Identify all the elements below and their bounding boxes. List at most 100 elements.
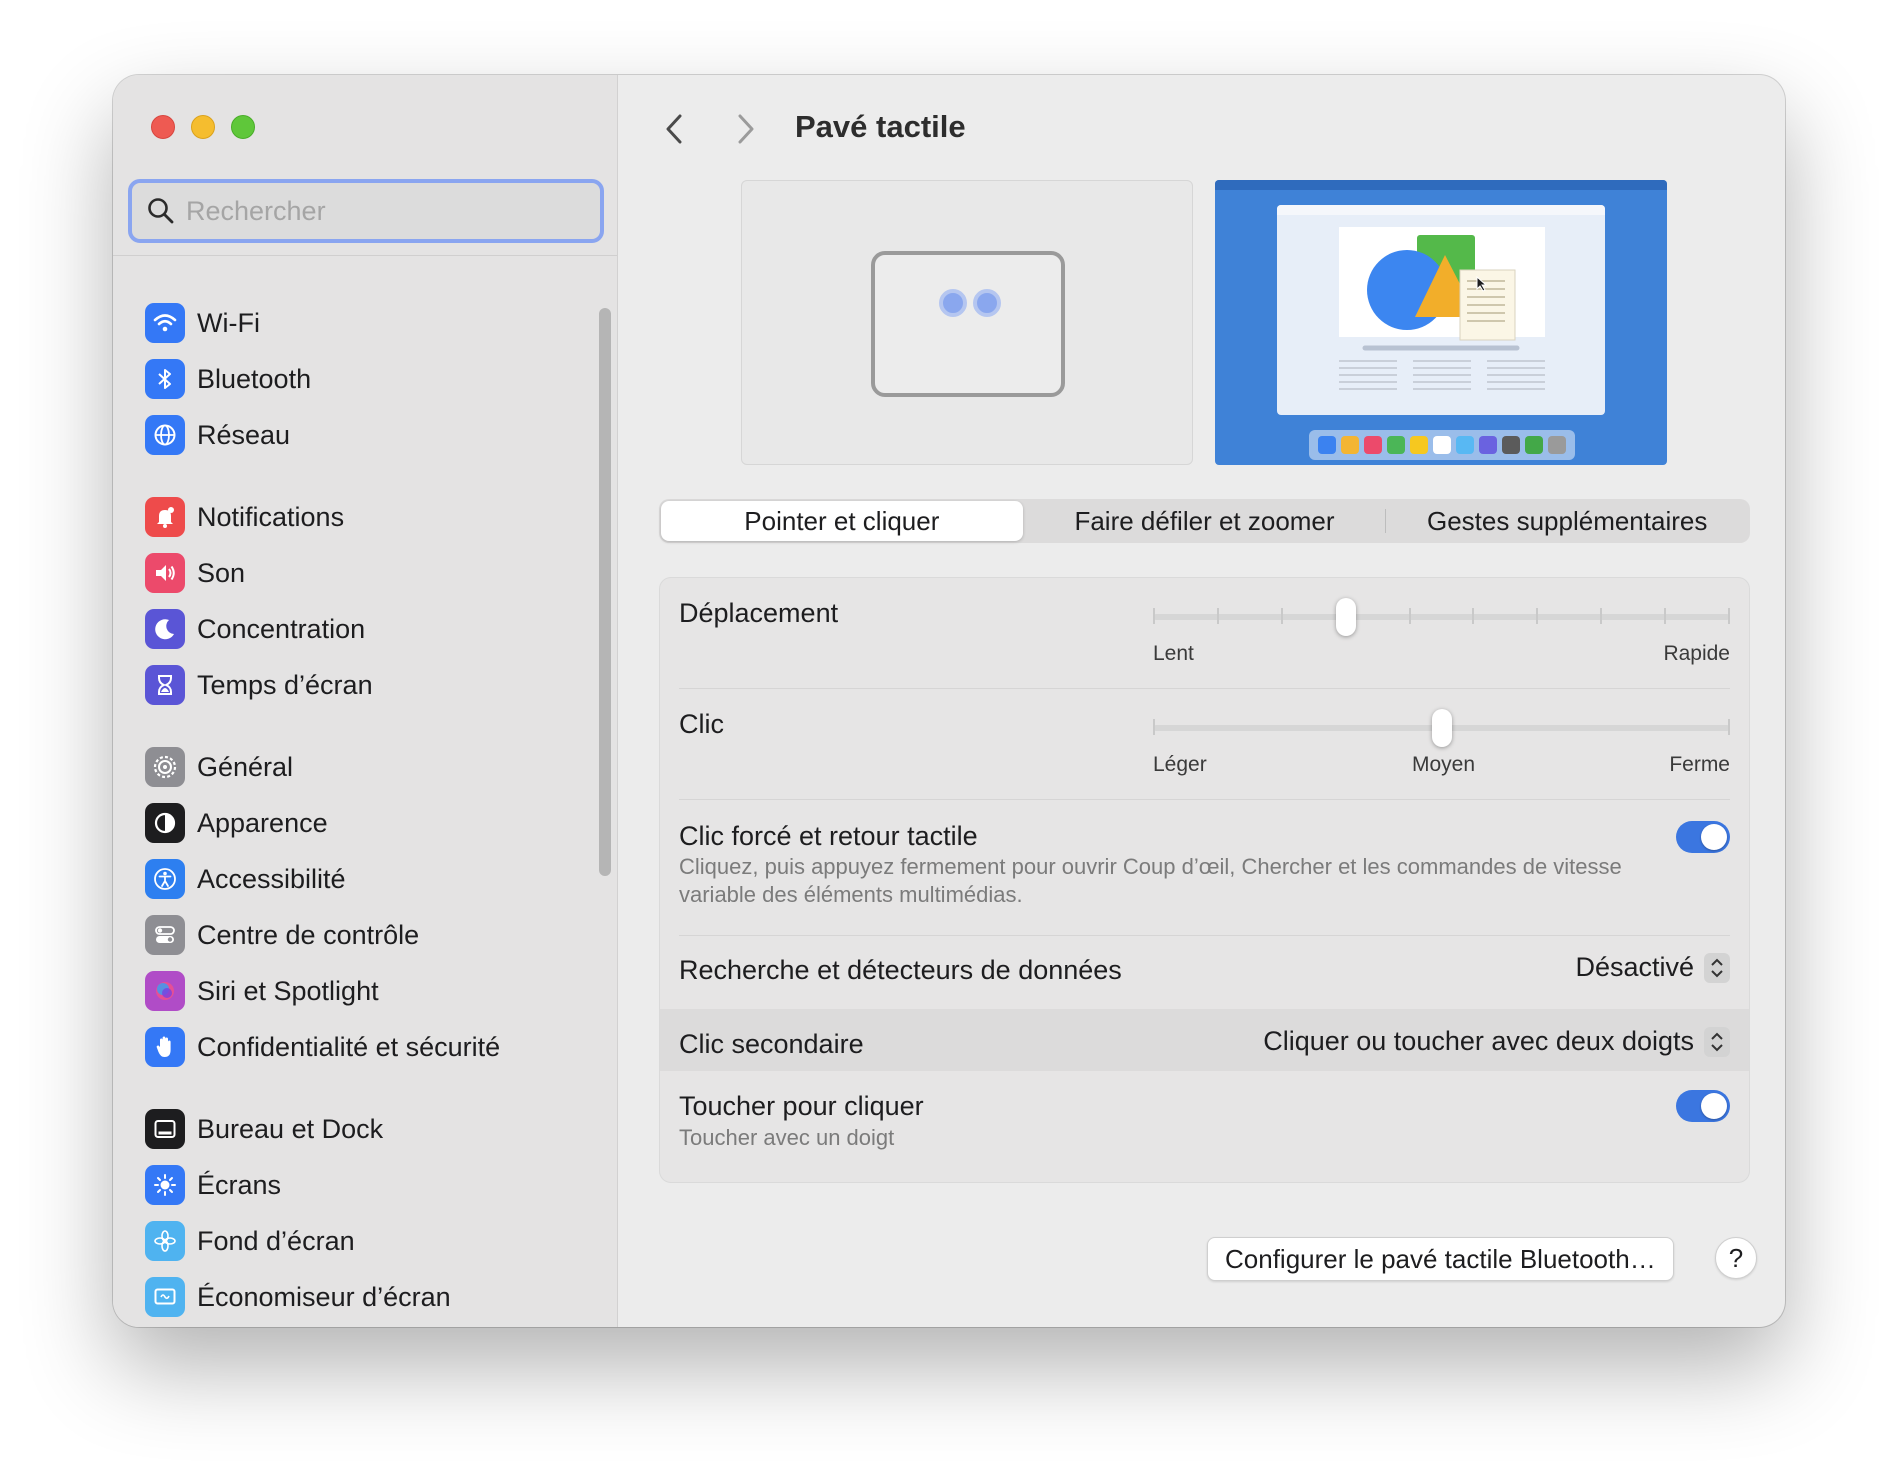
sidebar-item-bluetooth[interactable]: Bluetooth [143, 351, 573, 407]
sidebar-item-label: Bureau et Dock [197, 1113, 384, 1144]
sidebar-item-fond-d-ecran[interactable]: Fond d’écran [143, 1213, 573, 1269]
hourglass-icon [145, 665, 185, 705]
click-pressure-slider[interactable] [1153, 709, 1730, 747]
lookup-value: Désactivé [1575, 952, 1694, 982]
sidebar-item-bureau-et-dock[interactable]: Bureau et Dock [143, 1101, 573, 1157]
sidebar-item-wi-fi[interactable]: Wi-Fi [143, 295, 573, 351]
bluetooth-icon [145, 359, 185, 399]
gear-icon [145, 747, 185, 787]
row-separator [679, 935, 1730, 936]
sidebar-item-label: Bluetooth [197, 363, 312, 394]
sidebar-item-confidentialite-et-securite[interactable]: Confidentialité et sécurité [143, 1019, 573, 1075]
chevron-left-icon [666, 114, 682, 144]
sidebar-item-label: Wi-Fi [197, 307, 260, 338]
sidebar-item-label: Centre de contrôle [197, 919, 420, 950]
sidebar-scrollbar[interactable] [599, 308, 611, 876]
window-controls [151, 115, 255, 139]
secondary-click-label: Clic secondaire [679, 1029, 864, 1059]
preview-menubar [1215, 180, 1667, 190]
tap-to-click-description: Toucher avec un doigt [679, 1125, 895, 1150]
click-pressure-thumb[interactable] [1431, 709, 1452, 747]
tab-scroll-and-zoom[interactable]: Faire défiler et zoomer [1024, 501, 1386, 541]
force-click-label: Clic forcé et retour tactile [679, 821, 978, 851]
slider-min-label: Léger [1153, 753, 1207, 776]
help-button[interactable]: ? [1715, 1237, 1757, 1279]
slider-mid-label: Moyen [1412, 753, 1476, 776]
tracking-speed-slider[interactable] [1153, 598, 1730, 636]
sidebar-item-label: Notifications [197, 501, 345, 532]
trackpad-illustration [871, 251, 1065, 397]
sidebar-item-siri-et-spotlight[interactable]: Siri et Spotlight [143, 963, 573, 1019]
sidebar-item-notifications[interactable]: Notifications [143, 489, 573, 545]
zoom-button[interactable] [231, 115, 255, 139]
sidebar-item-centre-de-controle[interactable]: Centre de contrôle [143, 907, 573, 963]
control-center-icon [145, 915, 185, 955]
sidebar-item-label: Confidentialité et sécurité [197, 1031, 501, 1062]
slider-tick [1408, 608, 1411, 624]
sidebar-item-accessibilite[interactable]: Accessibilité [143, 851, 573, 907]
sidebar-item-label: Réseau [197, 419, 291, 450]
slider-tick [1728, 608, 1730, 624]
slider-tick [1280, 608, 1283, 624]
slider-tick [1600, 608, 1603, 624]
secondary-click-select[interactable]: Cliquer ou toucher avec deux doigts [1263, 1026, 1730, 1057]
sidebar-list: Wi-Fi Bluetooth Réseau Notifications Son Conc… [143, 295, 573, 1325]
tap-to-click-label: Toucher pour cliquer [679, 1091, 924, 1121]
tap-to-click-toggle[interactable] [1676, 1090, 1730, 1122]
search-field[interactable] [128, 179, 604, 243]
configure-bluetooth-trackpad-button[interactable]: Configurer le pavé tactile Bluetooth… [1207, 1237, 1674, 1281]
sidebar-item-label: Économiseur d’écran [197, 1281, 451, 1312]
dock-icon [145, 1109, 185, 1149]
row-separator [679, 799, 1730, 800]
brightness-icon [145, 1165, 185, 1205]
sidebar-item-concentration[interactable]: Concentration [143, 601, 573, 657]
appearance-icon [145, 803, 185, 843]
wifi-icon [145, 303, 185, 343]
tracking-speed-thumb[interactable] [1335, 598, 1356, 636]
shapes-illustration [1339, 235, 1545, 390]
minimize-button[interactable] [191, 115, 215, 139]
sidebar-item-label: Fond d’écran [197, 1225, 355, 1256]
close-button[interactable] [151, 115, 175, 139]
preview-dock [1309, 430, 1575, 460]
row-separator [679, 688, 1730, 689]
forward-button[interactable] [731, 109, 761, 149]
slider-max-label: Ferme [1669, 753, 1730, 776]
moon-icon [145, 609, 185, 649]
up-down-chevron-icon [1704, 1026, 1730, 1057]
hand-icon [145, 1027, 185, 1067]
slider-tick [1664, 608, 1667, 624]
main-pane: Pavé tactile Pointer et cliquer Faire dé… [619, 75, 1785, 1327]
accessibility-icon [145, 859, 185, 899]
tracking-speed-label: Déplacement [679, 598, 839, 628]
sidebar-item-economiseur-d-ecran[interactable]: Économiseur d’écran [143, 1269, 573, 1325]
sidebar-item-temps-d-ecran[interactable]: Temps d’écran [143, 657, 573, 713]
sidebar-divider [113, 255, 617, 256]
tab-point-and-click[interactable]: Pointer et cliquer [661, 501, 1023, 541]
settings-card: Déplacement Lent Rapide Clic Léger Moyen… [659, 577, 1750, 1183]
force-click-toggle[interactable] [1676, 821, 1730, 853]
trackpad-gesture-preview [741, 180, 1193, 465]
lookup-select[interactable]: Désactivé [1575, 952, 1730, 983]
force-click-description: Cliquez, puis appuyez fermement pour ouv… [679, 854, 1622, 907]
tab-more-gestures[interactable]: Gestes supplémentaires [1386, 501, 1748, 541]
slider-tick [1153, 608, 1155, 624]
sidebar-item-label: Accessibilité [197, 863, 346, 894]
sidebar-item-general[interactable]: Général [143, 739, 573, 795]
search-input[interactable] [186, 195, 566, 227]
sidebar-item-son[interactable]: Son [143, 545, 573, 601]
sidebar-item-label: Apparence [197, 807, 328, 838]
sidebar-item-label: Siri et Spotlight [197, 975, 379, 1006]
sidebar-item-apparence[interactable]: Apparence [143, 795, 573, 851]
sidebar-item-label: Écrans [197, 1169, 282, 1200]
sidebar-item-reseau[interactable]: Réseau [143, 407, 573, 463]
sidebar-item-ecrans[interactable]: Écrans [143, 1157, 573, 1213]
globe-icon [145, 415, 185, 455]
slider-min-label: Lent [1153, 642, 1194, 665]
slider-tick [1472, 608, 1475, 624]
finger-dot [939, 289, 967, 317]
back-button[interactable] [659, 109, 689, 149]
secondary-click-value: Cliquer ou toucher avec deux doigts [1263, 1026, 1694, 1056]
